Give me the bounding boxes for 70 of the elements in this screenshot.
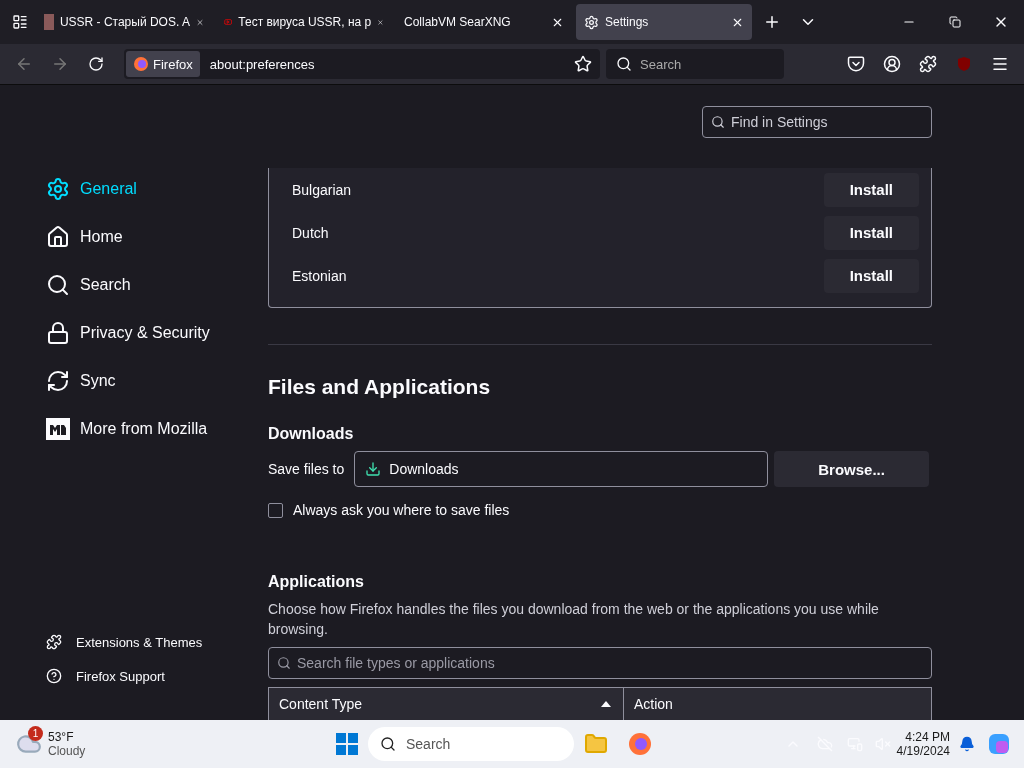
clock[interactable]: 4:24 PM 4/19/2024: [896, 730, 950, 758]
sidebar-item[interactable]: Home: [46, 213, 240, 261]
bookmark-star-icon[interactable]: [574, 55, 592, 73]
new-tab-icon[interactable]: [763, 13, 781, 31]
language-name: Estonian: [292, 267, 347, 284]
lock-icon: [46, 321, 70, 345]
extensions-icon[interactable]: [919, 55, 937, 73]
browser-tab[interactable]: Тест вируса USSR, на р: [216, 4, 392, 40]
url-text: about:preferences: [209, 56, 316, 72]
search-applications-field[interactable]: Search file types or applications: [268, 647, 932, 679]
sidebar-item[interactable]: Search: [46, 261, 240, 309]
install-button[interactable]: Install: [823, 215, 919, 250]
copilot-icon[interactable]: [988, 733, 1010, 755]
favicon-icon: [44, 14, 54, 30]
browse-button[interactable]: Browse...: [774, 451, 929, 487]
temperature: 53°F: [48, 730, 75, 744]
firefox-logo-icon[interactable]: [628, 732, 652, 756]
language-name: Dutch: [292, 224, 329, 241]
search-icon: [380, 736, 396, 752]
section-title: Files and Applications: [268, 375, 492, 399]
weather-condition: Cloudy: [48, 744, 86, 758]
gear-icon: [46, 177, 70, 201]
search-icon: [46, 273, 70, 297]
taskbar-search[interactable]: Search: [368, 727, 574, 761]
help-icon: [46, 668, 62, 684]
menu-icon[interactable]: [991, 55, 1009, 73]
identity-button[interactable]: Firefox: [126, 51, 200, 77]
sidebar-item[interactable]: Privacy & Security: [46, 309, 240, 357]
back-icon[interactable]: [15, 55, 33, 73]
column-header[interactable]: Content Type: [269, 688, 623, 720]
sidebar-item[interactable]: Sync: [46, 357, 240, 405]
search-icon: [277, 656, 291, 670]
always-ask-checkbox[interactable]: Always ask you where to save files: [268, 502, 932, 518]
download-icon: [365, 461, 382, 477]
restore-icon[interactable]: [949, 16, 961, 28]
search-field[interactable]: Search: [606, 49, 784, 79]
save-files-label: Save files to: [268, 461, 345, 477]
sync-icon: [46, 369, 70, 393]
install-button[interactable]: Install: [823, 172, 919, 207]
tab-list-icon[interactable]: [12, 14, 28, 30]
download-folder-field: Downloads: [354, 451, 769, 487]
gear-icon: [584, 14, 599, 30]
language-name: Bulgarian: [292, 181, 352, 198]
install-button[interactable]: Install: [823, 258, 919, 293]
applications-heading: Applications: [268, 573, 365, 591]
applications-description: Choose how Firefox handles the files you download from the web or the applications you use while browsing.: [268, 600, 880, 639]
downloads-heading: Downloads: [268, 425, 355, 443]
browser-tab[interactable]: CollabVM SearXNG: [396, 4, 572, 40]
pocket-icon[interactable]: [847, 55, 865, 73]
sort-arrow-icon: [601, 701, 611, 707]
search-icon: [616, 56, 632, 72]
find-in-settings-field[interactable]: Find in Settings: [702, 106, 932, 138]
search-icon: [711, 115, 725, 129]
puzzle-icon: [46, 634, 62, 650]
account-icon[interactable]: [883, 55, 901, 73]
firefox-logo-icon: [133, 56, 149, 72]
mozilla-m-icon: [46, 418, 70, 440]
sidebar-item[interactable]: More from Mozilla: [46, 405, 240, 453]
bell-icon[interactable]: [959, 736, 975, 752]
sidebar-link[interactable]: Firefox Support: [46, 668, 240, 684]
notification-badge: 1: [28, 726, 43, 741]
address-bar[interactable]: Firefox about:preferences: [124, 49, 600, 79]
home-icon: [46, 225, 70, 249]
forward-icon[interactable]: [51, 55, 69, 73]
start-icon[interactable]: [336, 733, 358, 755]
browser-tab[interactable]: Settings: [576, 4, 752, 40]
reload-icon[interactable]: [88, 56, 104, 72]
sidebar-item[interactable]: General: [46, 165, 240, 213]
sidebar-link[interactable]: Extensions & Themes: [46, 634, 240, 650]
browser-tab[interactable]: USSR - Старый DOS. A: [36, 4, 212, 40]
